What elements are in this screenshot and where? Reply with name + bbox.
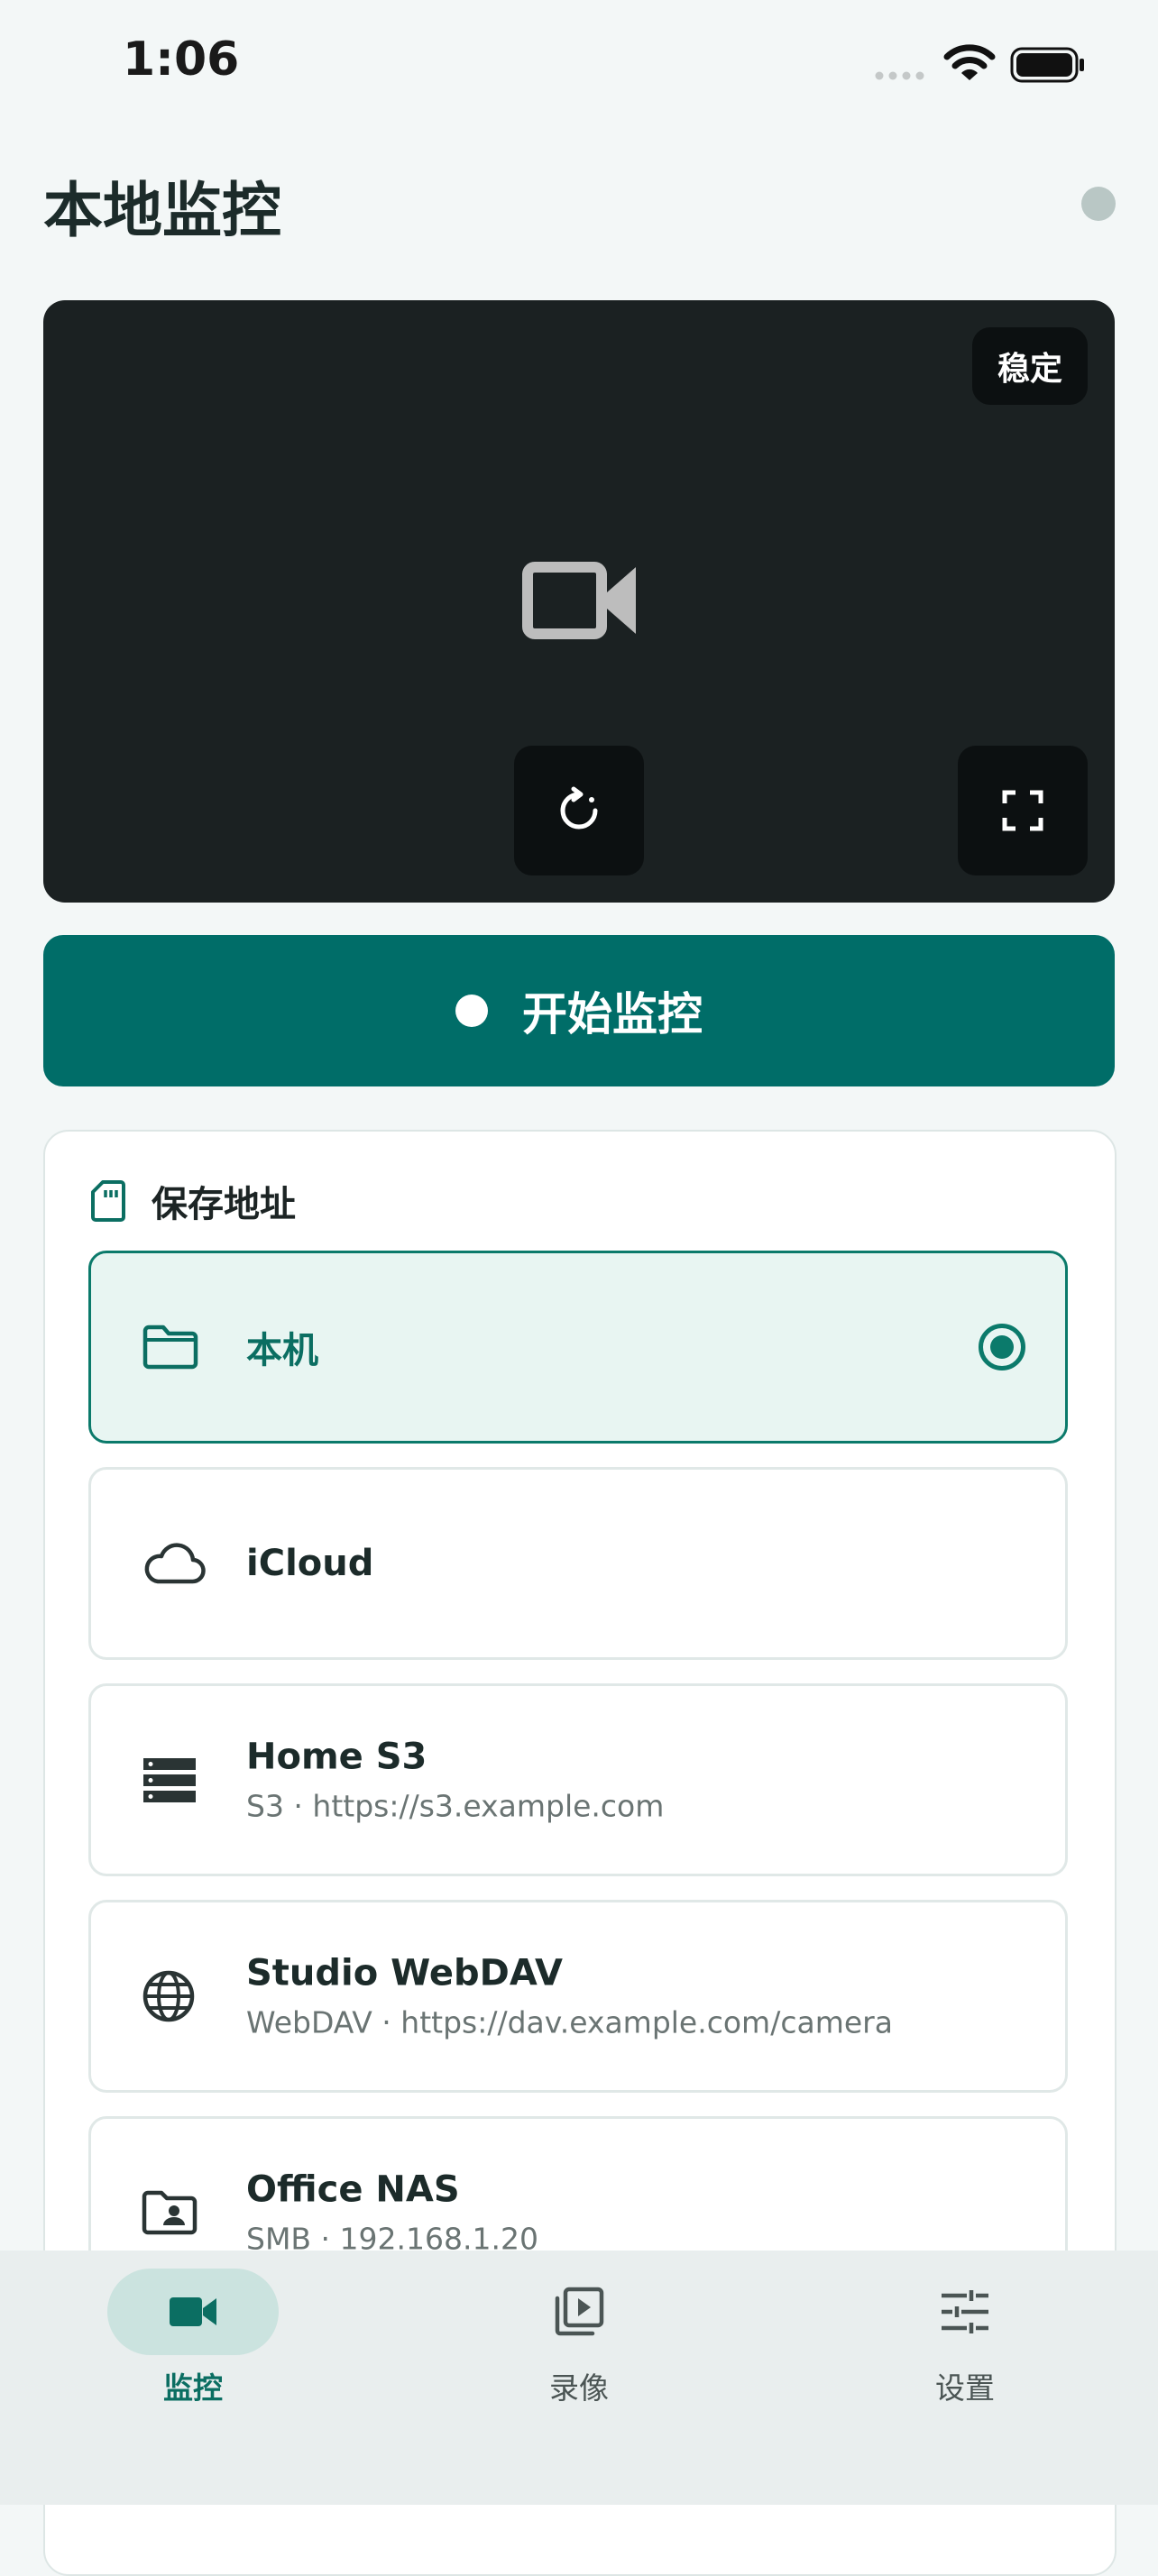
storage-header: 保存地址	[90, 1175, 296, 1227]
camera-preview[interactable]: 稳定	[43, 300, 1115, 903]
tab-settings[interactable]: 设置	[830, 2269, 1100, 2407]
tab-recordings[interactable]: 录像	[444, 2269, 714, 2407]
option-subtitle: S3 · https://s3.example.com	[246, 1789, 664, 1824]
page-title: 本地监控	[43, 162, 281, 249]
option-text: 本机	[246, 1321, 318, 1373]
storage-option-home-s3[interactable]: Home S3 S3 · https://s3.example.com	[88, 1683, 1068, 1876]
fullscreen-button[interactable]	[958, 746, 1088, 875]
cloud-icon	[142, 1542, 207, 1585]
option-name: Home S3	[246, 1737, 664, 1778]
nav-label: 录像	[444, 2364, 714, 2407]
record-dot-icon	[455, 995, 488, 1027]
connection-status-dot	[1081, 187, 1116, 221]
sd-card-icon	[90, 1179, 126, 1223]
radio-inner	[990, 1335, 1014, 1359]
option-text: Office NAS SMB · 192.168.1.20	[246, 2169, 538, 2257]
video-icon	[169, 2296, 217, 2328]
nav-pill	[879, 2269, 1051, 2355]
rotate-camera-icon	[554, 785, 604, 836]
shared-folder-icon	[142, 2189, 198, 2236]
option-name: iCloud	[246, 1543, 373, 1584]
start-monitoring-label: 开始监控	[522, 978, 703, 1043]
nav-label: 监控	[58, 2364, 328, 2407]
storage-option-local[interactable]: 本机	[88, 1251, 1068, 1444]
server-icon	[142, 1756, 198, 1803]
cellular-signal-icon	[875, 70, 929, 81]
playlist-icon	[553, 2286, 605, 2338]
nav-label: 设置	[830, 2364, 1100, 2407]
option-text: Home S3 S3 · https://s3.example.com	[246, 1737, 664, 1824]
option-text: Studio WebDAV WebDAV · https://dav.examp…	[246, 1953, 893, 2040]
wifi-icon	[943, 43, 996, 83]
start-monitoring-button[interactable]: 开始监控	[43, 935, 1115, 1086]
status-time: 1:06	[123, 32, 239, 87]
nav-pill	[493, 2269, 665, 2355]
selected-radio[interactable]	[979, 1324, 1025, 1371]
battery-icon	[1010, 47, 1086, 83]
video-camera-icon	[522, 562, 636, 639]
storage-option-studio-webdav[interactable]: Studio WebDAV WebDAV · https://dav.examp…	[88, 1900, 1068, 2093]
tab-monitor[interactable]: 监控	[58, 2269, 328, 2407]
nav-pill	[107, 2269, 279, 2355]
rotate-camera-button[interactable]	[514, 746, 644, 875]
globe-icon	[142, 1969, 196, 2023]
stable-badge: 稳定	[972, 327, 1088, 405]
storage-title: 保存地址	[152, 1175, 296, 1227]
option-text: iCloud	[246, 1543, 373, 1584]
option-name: 本机	[246, 1321, 318, 1373]
bottom-nav: 监控 录像 设置	[0, 2251, 1158, 2505]
option-name: Office NAS	[246, 2169, 538, 2211]
status-bar: 1:06	[0, 0, 1158, 135]
folder-icon	[142, 1324, 199, 1371]
option-subtitle: WebDAV · https://dav.example.com/camera	[246, 2005, 893, 2040]
sliders-icon	[940, 2289, 990, 2334]
fullscreen-icon	[1001, 789, 1044, 832]
option-name: Studio WebDAV	[246, 1953, 893, 1994]
storage-option-icloud[interactable]: iCloud	[88, 1467, 1068, 1660]
